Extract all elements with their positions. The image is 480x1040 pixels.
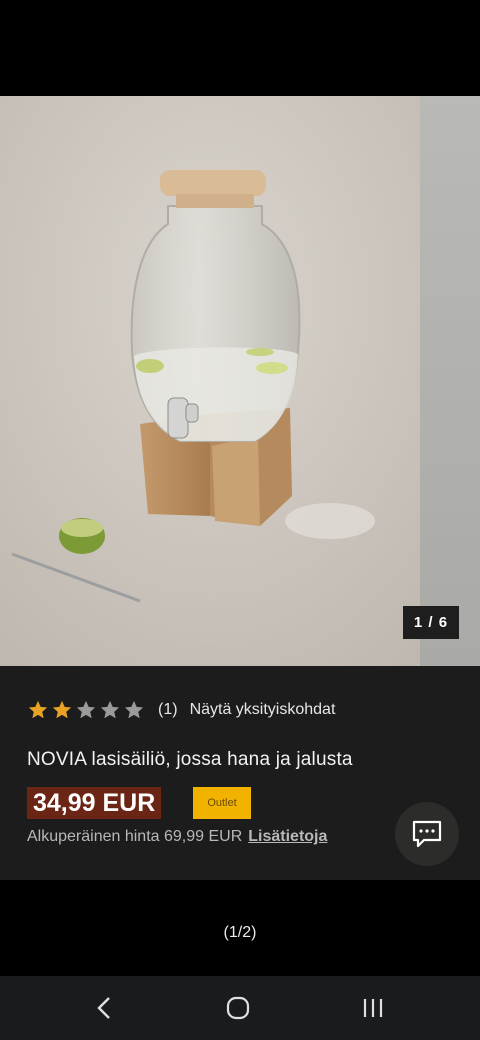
back-button[interactable] bbox=[74, 988, 134, 1028]
image-counter: 1 / 6 bbox=[403, 606, 459, 639]
original-price-text: Alkuperäinen hinta 69,99 EUR bbox=[27, 828, 243, 845]
original-price-row: Alkuperäinen hinta 69,99 EUR Lisätietoja bbox=[27, 828, 327, 846]
show-details-link[interactable]: Näytä yksityiskohdat bbox=[190, 701, 336, 719]
outlet-badge: Outlet bbox=[193, 787, 251, 819]
back-icon bbox=[97, 997, 110, 1019]
next-image-peek[interactable] bbox=[420, 96, 480, 666]
page-indicator: (1/2) bbox=[223, 924, 257, 941]
rating-row[interactable]: (1) Näytä yksityiskohdat bbox=[27, 699, 335, 721]
star-empty-icon bbox=[124, 700, 144, 719]
recents-button[interactable] bbox=[343, 988, 403, 1028]
price-tag: 34,99 EUR bbox=[27, 787, 162, 819]
product-image-gallery[interactable]: 1 / 6 bbox=[0, 96, 480, 666]
star-empty-icon bbox=[100, 700, 120, 719]
more-info-link[interactable]: Lisätietoja bbox=[248, 828, 327, 845]
product-photo bbox=[0, 96, 420, 666]
star-filled-icon bbox=[28, 700, 48, 719]
product-title: NOVIA lasisäiliö, jossa hana ja jalusta bbox=[27, 749, 353, 770]
star-empty-icon bbox=[76, 700, 96, 719]
home-button[interactable] bbox=[208, 988, 268, 1028]
chat-icon bbox=[412, 820, 442, 848]
rating-count: (1) bbox=[158, 701, 178, 718]
system-navigation-bar bbox=[0, 976, 480, 1040]
star-filled-icon bbox=[52, 700, 72, 719]
top-black-area bbox=[0, 0, 480, 96]
home-icon bbox=[226, 996, 250, 1020]
chat-button[interactable] bbox=[395, 802, 459, 866]
recents-icon bbox=[363, 999, 383, 1017]
rating-stars bbox=[27, 699, 145, 721]
